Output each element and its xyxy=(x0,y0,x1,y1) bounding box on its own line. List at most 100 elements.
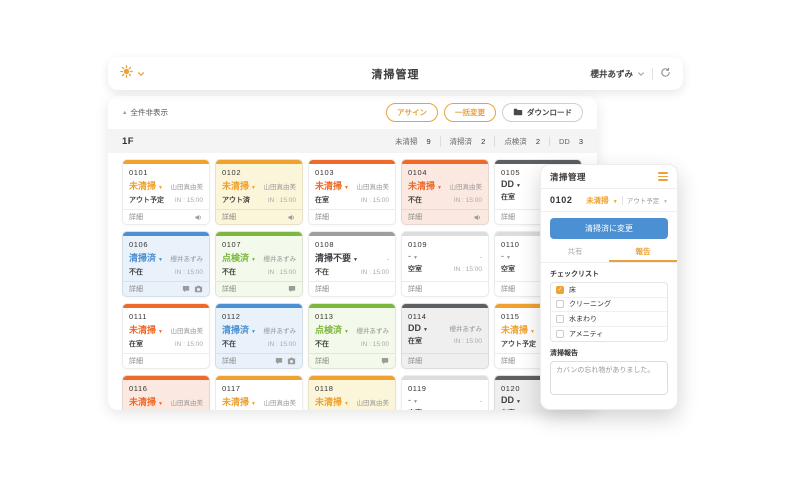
room-number: 0111 xyxy=(129,312,203,321)
checkbox[interactable]: ✓ xyxy=(556,286,564,294)
caret-down-icon: ▼ xyxy=(506,255,511,261)
room-card[interactable]: 0108 清掃不要 ▼ - 不在 IN : 15:00 詳細 xyxy=(308,231,396,297)
detail-link[interactable]: 詳細 xyxy=(408,356,422,366)
room-card[interactable]: 0101 未清掃 ▼ 山田真由美 アウト予定 IN : 15:00 詳細 xyxy=(122,159,210,225)
room-status-dropdown[interactable]: DD xyxy=(501,179,514,189)
card-footer-icons xyxy=(194,213,203,222)
detail-link[interactable]: 詳細 xyxy=(315,356,329,366)
room-status-dropdown[interactable]: - xyxy=(408,251,411,261)
room-status-dropdown[interactable]: DD xyxy=(501,395,514,405)
room-number: 0106 xyxy=(129,240,203,249)
detail-link[interactable]: 詳細 xyxy=(222,212,236,222)
room-card[interactable]: 0106 清掃済 ▼ 櫻井あずみ 不在 IN : 15:00 詳細 xyxy=(122,231,210,297)
room-status-dropdown[interactable]: 清掃不要 xyxy=(315,251,351,264)
checkbox[interactable] xyxy=(556,330,564,338)
checklist-item[interactable]: 水まわり xyxy=(551,312,667,327)
checkin-time: IN : 15:00 xyxy=(175,341,203,348)
room-status-dropdown[interactable]: 未清掃 xyxy=(222,179,249,192)
room-status-dropdown[interactable]: 点検済 xyxy=(222,251,249,264)
room-status-dropdown[interactable]: 未清掃 xyxy=(129,395,156,408)
megaphone-icon xyxy=(473,213,482,222)
report-textarea[interactable]: カバンの忘れ物がありました。 xyxy=(550,361,668,395)
checkbox[interactable] xyxy=(556,315,564,323)
room-status-dropdown[interactable]: 清掃済 xyxy=(222,323,249,336)
report-title: 清掃報告 xyxy=(550,348,668,358)
app-menu[interactable] xyxy=(120,65,145,83)
cleaning-board: ▲ 全件非表示 アサイン 一括変更 ダウンロード 1F 未清掃9 清掃済2 点検… xyxy=(108,96,597,410)
detail-link[interactable]: 詳細 xyxy=(315,212,329,222)
room-status-dropdown[interactable]: - xyxy=(408,395,411,405)
refresh-button[interactable] xyxy=(660,65,671,83)
room-status-dropdown[interactable]: DD xyxy=(408,323,421,333)
hamburger-menu-icon[interactable] xyxy=(658,172,668,181)
detail-link[interactable]: 詳細 xyxy=(222,356,236,366)
detail-link[interactable]: 詳細 xyxy=(408,284,422,294)
room-status-dropdown[interactable]: 清掃済 xyxy=(129,251,156,264)
assign-button[interactable]: アサイン xyxy=(386,103,438,122)
room-status-dropdown[interactable]: 未清掃 xyxy=(408,179,435,192)
megaphone-icon xyxy=(287,213,296,222)
room-status-dropdown[interactable]: 未清掃 xyxy=(501,323,528,336)
detail-link[interactable]: 詳細 xyxy=(129,212,143,222)
floor-row: 1F 未清掃9 清掃済2 点検済2 DD3 xyxy=(108,129,597,153)
detail-link[interactable]: 詳細 xyxy=(501,284,515,294)
comment-icon xyxy=(381,357,389,365)
room-status-dropdown[interactable]: 未清掃 xyxy=(129,323,156,336)
room-card[interactable]: 0117 未清掃 ▼ 山田真由美 アウト予定 IN : 15:00 詳細 xyxy=(215,375,303,410)
room-card[interactable]: 0104 未清掃 ▼ 山田真由美 不在 IN : 15:00 詳細 xyxy=(401,159,489,225)
checklist-item[interactable]: アメニティ xyxy=(551,327,667,342)
download-button[interactable]: ダウンロード xyxy=(502,103,583,122)
room-card[interactable]: 0102 未清掃 ▼ 山田真由美 アウト済 IN : 15:00 詳細 xyxy=(215,159,303,225)
room-number: 0118 xyxy=(315,384,389,393)
room-card[interactable]: 0118 未清掃 ▼ 山田真由美 アウト済 IN : 15:00 詳細 xyxy=(308,375,396,410)
room-card[interactable]: 0114 DD ▼ 櫻井あずみ 在室 IN : 15:00 詳細 xyxy=(401,303,489,369)
detail-link[interactable]: 詳細 xyxy=(501,212,515,222)
room-status-dropdown[interactable]: 未清掃 xyxy=(315,179,342,192)
bulk-change-button[interactable]: 一括変更 xyxy=(444,103,496,122)
panel-status-dropdown[interactable]: 未清掃 ▼ xyxy=(586,195,618,206)
room-card[interactable]: 0119 - ▼ - 空室 IN : 15:00 詳細 xyxy=(401,375,489,410)
room-status-dropdown[interactable]: 未清掃 xyxy=(129,179,156,192)
room-status-dropdown[interactable]: 点検済 xyxy=(315,323,342,336)
room-card[interactable]: 0113 点検済 ▼ 櫻井あずみ 不在 IN : 15:00 詳細 xyxy=(308,303,396,369)
camera-icon xyxy=(194,285,203,293)
room-card[interactable]: 0109 - ▼ - 空室 IN : 15:00 詳細 xyxy=(401,231,489,297)
occupancy-status: 不在 xyxy=(315,339,329,349)
checklist-item[interactable]: クリーニング xyxy=(551,298,667,313)
assignee-name: 山田真由美 xyxy=(450,181,483,191)
detail-link[interactable]: 詳細 xyxy=(129,356,143,366)
collapse-all-link[interactable]: ▲ 全件非表示 xyxy=(122,107,168,118)
occupancy-status: 不在 xyxy=(315,267,329,277)
room-card[interactable]: 0103 未清掃 ▼ 山田真由美 在室 IN : 15:00 詳細 xyxy=(308,159,396,225)
room-status-dropdown[interactable]: 未清掃 xyxy=(315,395,342,408)
room-status-dropdown[interactable]: - xyxy=(501,251,504,261)
panel-occupancy-dropdown[interactable]: アウト予定 ▼ xyxy=(627,195,668,205)
assignee-name: 山田真由美 xyxy=(171,397,204,407)
room-card[interactable]: 0116 未清掃 ▼ 山田真由美 不在 IN : 15:00 詳細 xyxy=(122,375,210,410)
tab-report[interactable]: 報告 xyxy=(609,243,677,262)
checkbox[interactable] xyxy=(556,300,564,308)
caret-down-icon: ▼ xyxy=(613,199,618,205)
detail-link[interactable]: 詳細 xyxy=(408,212,422,222)
room-status-dropdown[interactable]: 未清掃 xyxy=(222,395,249,408)
caret-down-icon: ▼ xyxy=(423,327,428,333)
checklist-item[interactable]: ✓床 xyxy=(551,283,667,298)
card-footer-icons xyxy=(473,213,482,222)
room-card[interactable]: 0111 未清掃 ▼ 山田真由美 在室 IN : 15:00 詳細 xyxy=(122,303,210,369)
tab-share[interactable]: 共有 xyxy=(541,243,609,262)
chevron-down-icon xyxy=(137,65,145,83)
room-card[interactable]: 0107 点検済 ▼ 櫻井あずみ 不在 IN : 15:00 詳細 xyxy=(215,231,303,297)
room-card[interactable]: 0112 清掃済 ▼ 櫻井あずみ 不在 IN : 15:00 詳細 xyxy=(215,303,303,369)
mobile-detail-panel: 清掃管理 0102 未清掃 ▼ アウト予定 ▼ 清掃済に変更 共有 報告 チェッ… xyxy=(540,164,678,410)
mark-cleaned-button[interactable]: 清掃済に変更 xyxy=(550,218,668,239)
camera-icon xyxy=(287,357,296,365)
user-menu[interactable]: 櫻井あずみ xyxy=(590,65,645,83)
detail-link[interactable]: 詳細 xyxy=(501,356,515,366)
divider xyxy=(652,68,653,80)
detail-link[interactable]: 詳細 xyxy=(129,284,143,294)
caret-down-icon: ▼ xyxy=(158,185,163,191)
detail-link[interactable]: 詳細 xyxy=(222,284,236,294)
occupancy-status: 空室 xyxy=(408,264,422,274)
caret-down-icon: ▼ xyxy=(344,185,349,191)
detail-link[interactable]: 詳細 xyxy=(315,284,329,294)
